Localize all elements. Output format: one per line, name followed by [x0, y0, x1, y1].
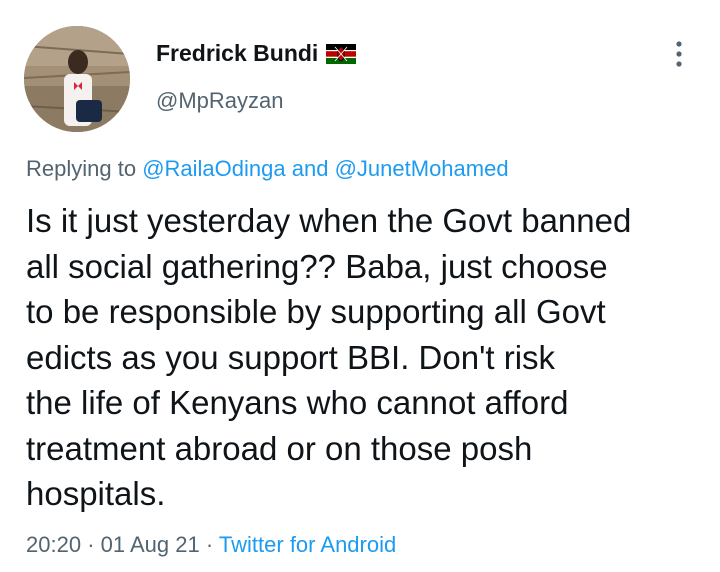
tweet-meta: 20:20 · 01 Aug 21 · Twitter for Android: [26, 532, 396, 558]
avatar[interactable]: [24, 26, 130, 132]
kenya-flag-icon: [326, 43, 357, 64]
tweet-time[interactable]: 20:20: [26, 532, 81, 557]
reply-conjunction: and: [291, 156, 329, 181]
author-row: Fredrick Bundi: [156, 40, 357, 67]
tweet-text: Is it just yesterday when the Govt banne…: [26, 198, 706, 517]
tweet-line: hospitals.: [26, 475, 166, 512]
tweet-line: treatment abroad or on those posh: [26, 429, 533, 467]
tweet-line: Is it just yesterday when the Govt banne…: [26, 202, 632, 239]
tweet-line: to be responsible by supporting all Govt: [26, 293, 606, 330]
author-handle[interactable]: @MpRayzan: [156, 88, 284, 114]
more-vertical-icon[interactable]: [668, 40, 690, 68]
author-name[interactable]: Fredrick Bundi: [156, 40, 318, 67]
tweet-line: edicts as you support BBI. Don't risk: [26, 338, 556, 376]
tweet-date[interactable]: 01 Aug 21: [101, 532, 200, 557]
mention-raila[interactable]: @RailaOdinga: [142, 156, 285, 181]
tweet-source-link[interactable]: Twitter for Android: [219, 532, 396, 557]
tweet-line: the life of Kenyans who cannot afford: [26, 384, 569, 421]
meta-separator: ·: [87, 532, 95, 557]
mention-junet[interactable]: @JunetMohamed: [335, 156, 509, 181]
tweet-line: all social gathering?? Baba, just choose: [26, 247, 608, 285]
meta-separator: ·: [205, 532, 214, 557]
reply-prefix: Replying to: [26, 156, 137, 181]
profile-photo: [24, 26, 130, 132]
reply-context: Replying to @RailaOdinga and @JunetMoham…: [26, 156, 509, 182]
